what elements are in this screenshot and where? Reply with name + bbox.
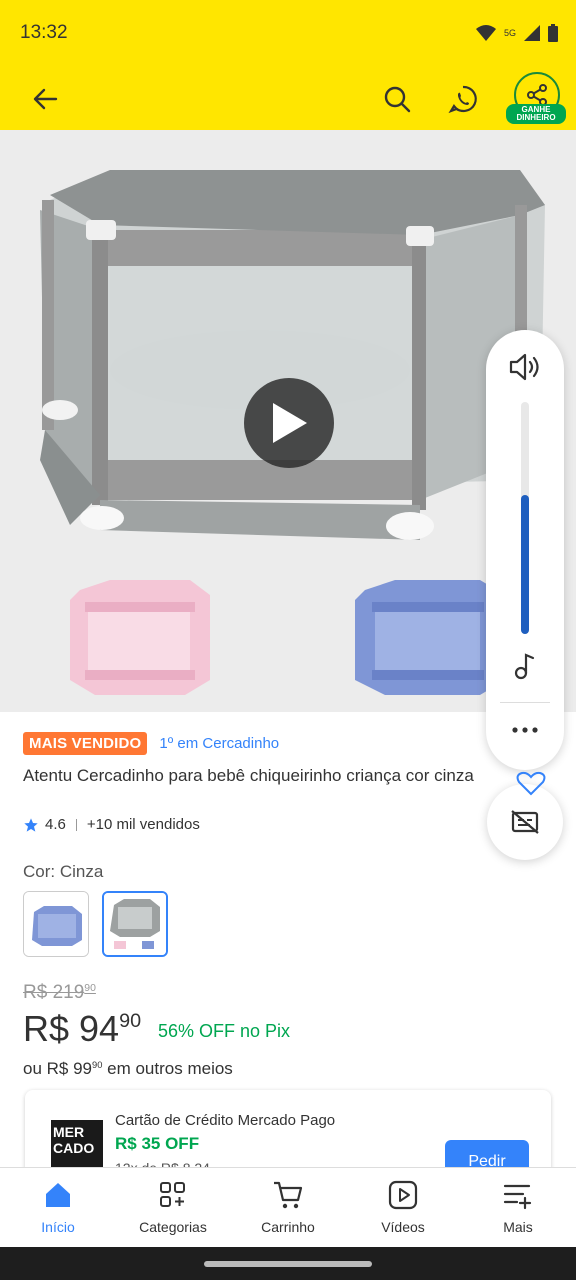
star-icon [24,817,38,832]
mercado-pago-card-logo: MER CADO [51,1120,103,1172]
nav-categories[interactable]: Categorias [123,1180,223,1244]
status-bar: 13:32 5G [0,0,576,68]
nav-cart[interactable]: Carrinho [238,1180,338,1244]
heart-icon [516,771,546,796]
cart-icon [274,1181,303,1209]
sold-count: +10 mil vendidos [86,816,200,833]
current-price-cents: 90 [119,1009,142,1032]
color-option-blue[interactable] [23,891,89,957]
original-price: R$ 21990 [23,982,96,1004]
pink-variant-thumb [70,580,210,695]
color-label: Cor: Cinza [23,862,104,881]
menu-plus-icon [503,1184,532,1210]
home-gesture-pill[interactable] [204,1261,372,1267]
play-video-button[interactable] [244,378,334,468]
nav-more-label: Mais [503,1219,533,1235]
nav-home-label: Início [41,1219,75,1235]
card-offer-discount: R$ 35 OFF [115,1134,200,1153]
video-icon [388,1180,418,1210]
status-time: 13:32 [20,22,68,43]
current-price: R$ 9490 [23,1008,141,1050]
favorite-button[interactable] [516,770,546,801]
more-options-icon[interactable] [511,726,539,734]
alternative-price: ou R$ 9990 em outros meios [23,1059,233,1079]
wifi-icon [475,25,496,41]
signal-icon [524,25,540,41]
nav-home[interactable]: Início [8,1180,108,1244]
home-icon [46,1183,70,1207]
nav-cart-label: Carrinho [261,1219,315,1235]
alt-price-suffix: em outros meios [107,1059,233,1078]
whatsapp-button[interactable] [440,76,486,122]
nav-videos-label: Vídeos [381,1219,425,1235]
discount-label: 56% OFF no Pix [158,1021,291,1041]
volume-panel [486,330,564,770]
captions-off-icon [511,810,539,834]
share-badge: GANHE DINHEIRO [506,104,566,124]
blue-playpen-swatch [24,892,88,956]
rating-value: 4.6 [45,816,66,833]
speaker-icon[interactable] [508,352,542,382]
card-offer-title: Cartão de Crédito Mercado Pago [115,1112,336,1129]
color-option-gray[interactable] [102,891,168,957]
alt-price-cents: 90 [92,1059,103,1070]
whatsapp-icon [448,85,477,114]
categories-icon [160,1182,185,1207]
share-earn-button[interactable]: GANHE DINHEIRO [506,72,566,128]
nav-categories-label: Categorias [139,1219,207,1235]
bottom-navigation: Início Categorias Carrinho Vídeos Mais [0,1167,576,1247]
rating-separator [75,818,77,831]
product-badges: MAIS VENDIDO 1º em Cercadinho [23,732,279,755]
search-button[interactable] [374,76,420,122]
original-price-cents: 90 [84,983,96,995]
android-navigation-bar [0,1247,576,1280]
gray-playpen-swatch [104,893,166,955]
volume-slider[interactable] [521,402,529,634]
best-seller-badge: MAIS VENDIDO [23,732,148,755]
network-label: 5G [503,28,516,38]
panel-divider [500,702,550,703]
volume-slider-fill [521,494,529,634]
system-icons: 5G [475,24,558,42]
nav-more[interactable]: Mais [468,1180,568,1244]
category-rank-link[interactable]: 1º em Cercadinho [159,735,279,752]
music-note-icon[interactable] [513,652,537,680]
original-price-integer: R$ 219 [23,982,85,1003]
product-title: Atentu Cercadinho para bebê chiqueirinho… [23,766,474,785]
rating-row[interactable]: 4.6 +10 mil vendidos [23,816,200,833]
search-icon [384,86,411,113]
arrow-left-icon [33,88,58,110]
play-icon [273,403,307,443]
alt-price-integer: ou R$ 99 [23,1059,92,1078]
current-price-integer: R$ 94 [23,1008,120,1049]
blue-variant-thumb [355,580,505,695]
nav-videos[interactable]: Vídeos [353,1180,453,1244]
app-header: GANHE DINHEIRO [0,68,576,130]
battery-icon [548,24,558,42]
back-button[interactable] [22,76,68,122]
